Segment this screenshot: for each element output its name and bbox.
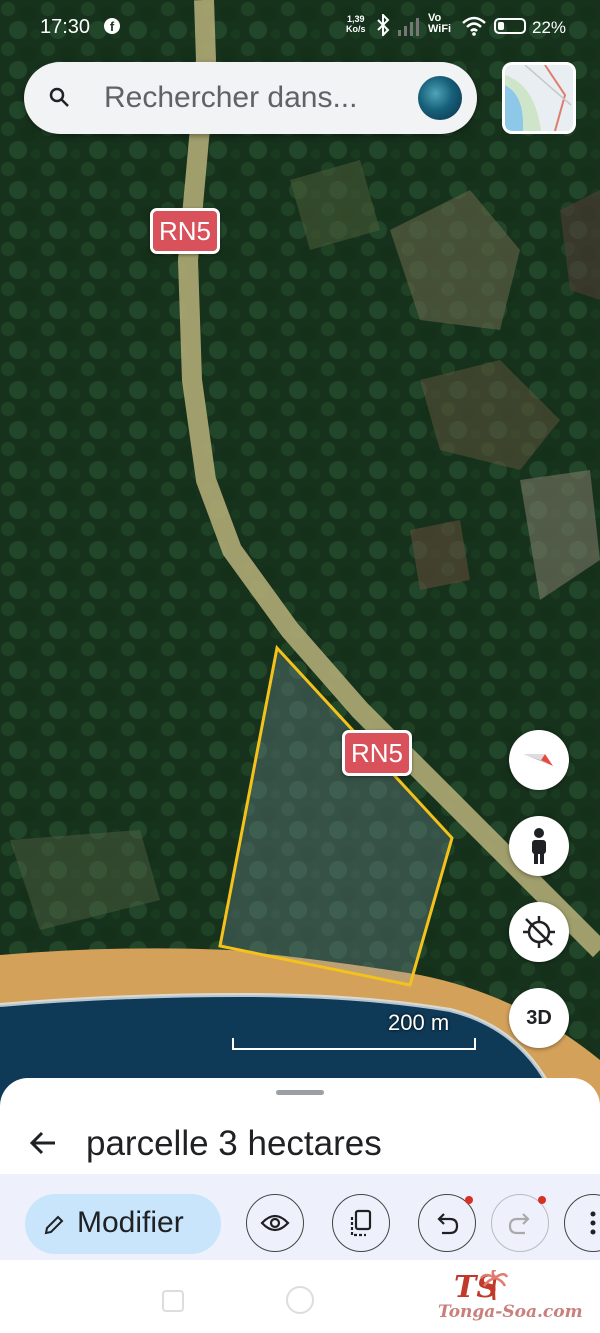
duplicate-button[interactable] (332, 1194, 390, 1252)
scale-label: 200 m (388, 1010, 450, 1035)
watermark: TS Tonga-Soa.com (438, 1270, 598, 1330)
scale-bar (232, 1038, 476, 1050)
palm-tree-icon (480, 1270, 508, 1300)
visibility-button[interactable] (246, 1194, 304, 1252)
map-view[interactable]: RN5 RN5 3D 200 m (0, 0, 600, 1110)
drag-handle[interactable] (276, 1090, 324, 1095)
system-nav-bar: TS Tonga-Soa.com (0, 1260, 600, 1333)
network-speed: 1,39 Ko/s (346, 14, 366, 34)
undo-button[interactable] (418, 1194, 476, 1252)
more-options-button[interactable] (564, 1194, 600, 1252)
search-bar[interactable]: Rechercher dans... (24, 62, 477, 134)
vowifi-line2: WiFi (428, 23, 452, 35)
bluetooth-icon (376, 12, 390, 42)
pencil-icon (43, 1214, 65, 1241)
3d-toggle-button[interactable]: 3D (509, 988, 569, 1048)
redo-icon (508, 1213, 530, 1235)
location-disabled-icon (523, 916, 555, 948)
facebook-icon: f (104, 18, 120, 34)
street-view-button[interactable] (509, 816, 569, 876)
satellite-imagery (0, 0, 600, 1110)
my-location-button[interactable] (509, 902, 569, 962)
search-icon (48, 86, 72, 115)
home-nav-icon[interactable] (286, 1286, 314, 1314)
layers-thumbnail-icon (505, 65, 573, 131)
back-arrow-icon[interactable] (28, 1128, 58, 1163)
edit-button[interactable]: Modifier (25, 1194, 221, 1254)
status-bar: 17:30 f 1,39 Ko/s Vo WiFi 22% (0, 0, 600, 56)
road-shield-rn5[interactable]: RN5 (150, 208, 221, 254)
network-speed-value: 1,39 (346, 14, 365, 24)
redo-button[interactable] (491, 1194, 549, 1252)
account-avatar[interactable] (418, 76, 462, 120)
copy-icon (350, 1209, 372, 1237)
sheet-title: parcelle 3 hectares (86, 1124, 382, 1163)
road-shield-rn5-lower[interactable]: RN5 (342, 730, 413, 776)
status-time: 17:30 (40, 16, 91, 38)
edit-button-label: Modifier (77, 1206, 184, 1239)
more-vert-icon (590, 1211, 596, 1235)
compass-button[interactable] (509, 730, 569, 790)
bottom-sheet: parcelle 3 hectares Modifier TS Tonga-So… (0, 1078, 600, 1333)
3d-label: 3D (526, 1006, 552, 1029)
eye-icon (260, 1214, 290, 1232)
signal-icon (398, 18, 420, 41)
vowifi-indicator: Vo WiFi (428, 13, 451, 35)
network-speed-unit: Ko/s (346, 24, 366, 34)
recents-nav-icon[interactable] (162, 1290, 184, 1312)
battery-icon (494, 18, 526, 34)
redo-badge (538, 1196, 546, 1204)
search-input[interactable]: Rechercher dans... (104, 81, 357, 115)
battery-percent: 22% (532, 18, 567, 37)
undo-icon (437, 1213, 459, 1235)
undo-badge (465, 1196, 473, 1204)
compass-icon (523, 754, 553, 766)
watermark-site: Tonga-Soa.com (438, 1302, 583, 1322)
pegman-icon (532, 828, 546, 864)
wifi-icon (462, 16, 486, 41)
edit-toolbar: Modifier (0, 1174, 600, 1260)
map-layers-button[interactable] (502, 62, 576, 134)
